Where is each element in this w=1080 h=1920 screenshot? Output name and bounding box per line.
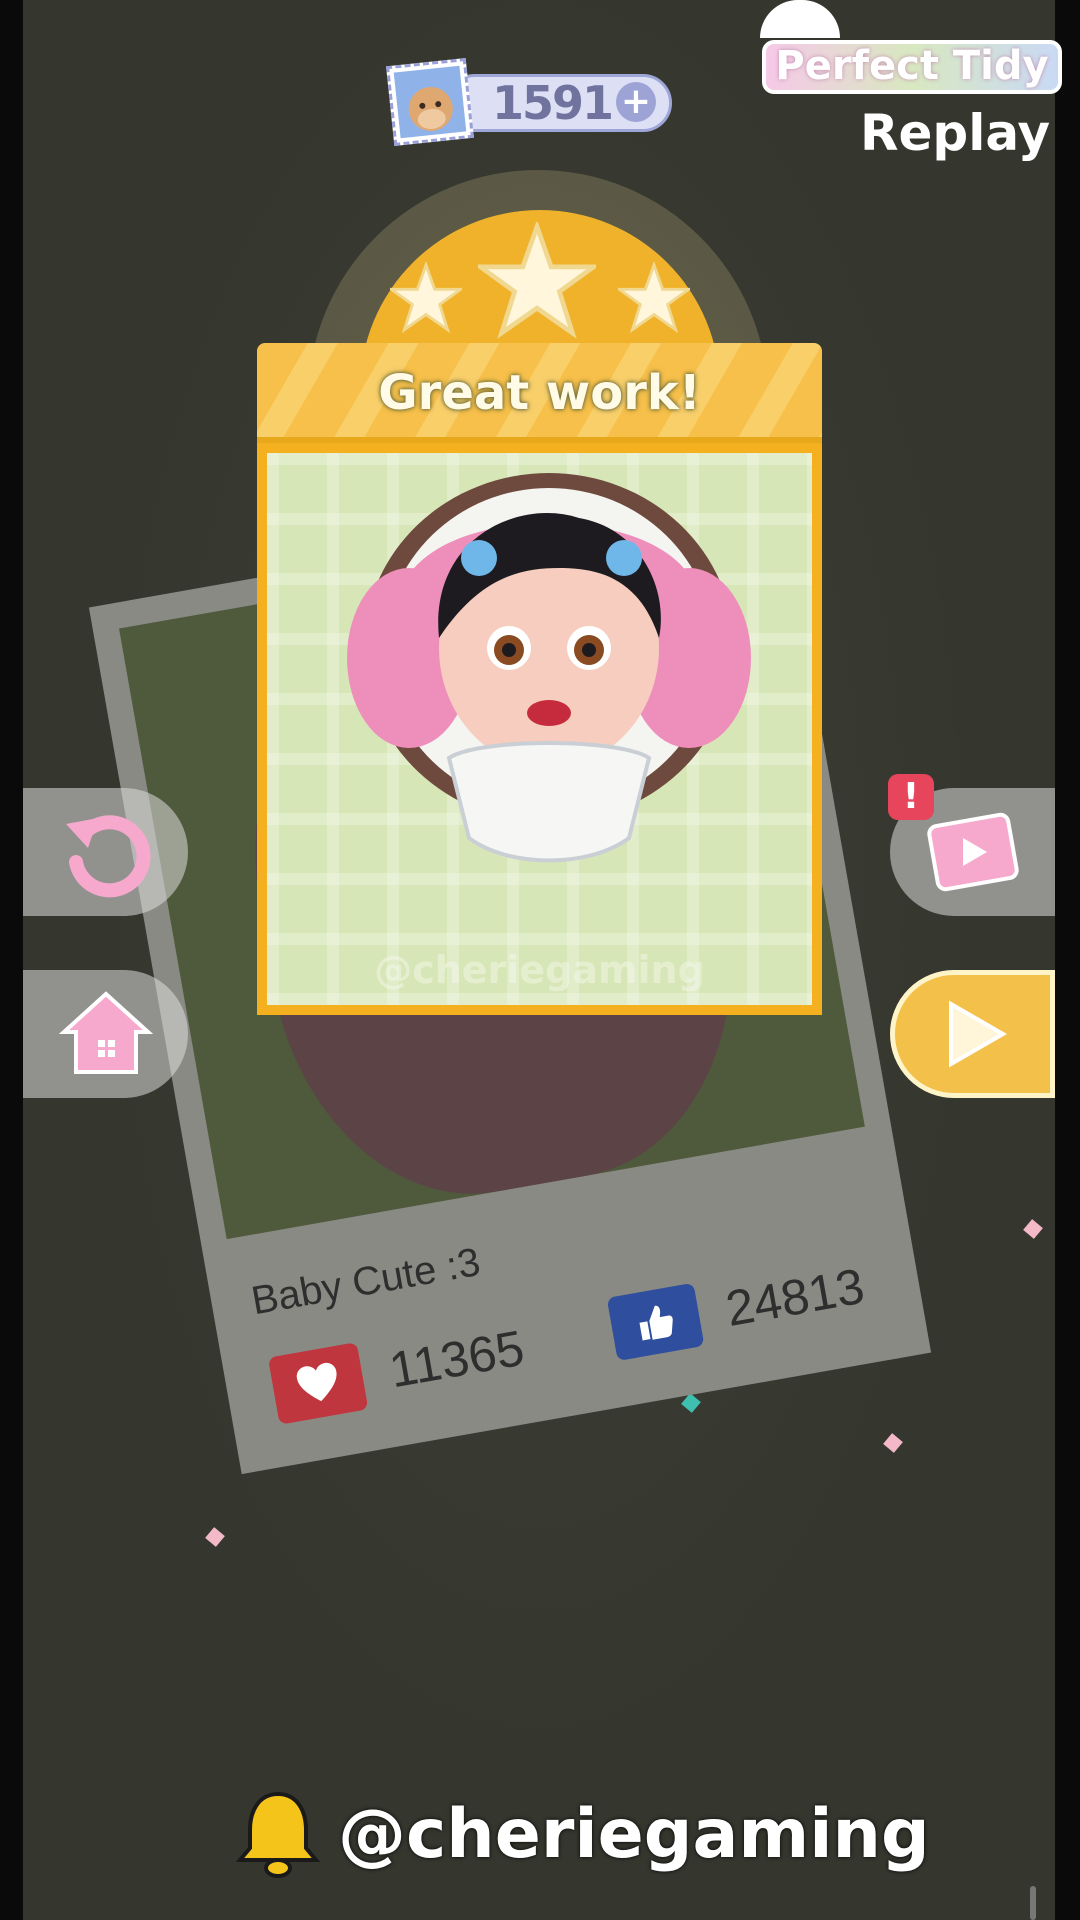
star-icon xyxy=(478,222,596,339)
video-icon xyxy=(926,812,1019,892)
next-level-button[interactable] xyxy=(890,970,1055,1098)
result-title: Great work! xyxy=(378,365,701,421)
hearts-stat: 11365 xyxy=(267,1314,529,1425)
character-avatar xyxy=(347,473,751,863)
add-currency-button[interactable]: + xyxy=(616,82,656,122)
result-image-frame: @cheriegaming xyxy=(257,443,822,1015)
watermark: @cheriegaming xyxy=(374,948,705,992)
restart-icon xyxy=(65,815,151,898)
capybara-stamp-icon xyxy=(386,58,474,146)
background-card-title: Baby Cute :3 xyxy=(248,1239,484,1324)
result-banner: Great work! xyxy=(257,343,822,443)
home-icon xyxy=(58,991,153,1074)
star-icon xyxy=(618,262,690,334)
home-button[interactable] xyxy=(23,970,188,1098)
restart-button[interactable] xyxy=(23,788,188,916)
likes-stat: 24813 xyxy=(606,1254,869,1362)
heart-icon xyxy=(267,1342,369,1425)
thumbs-up-icon xyxy=(606,1282,705,1362)
currency-counter: 1591 + xyxy=(386,58,672,146)
scroll-hint xyxy=(1030,1886,1036,1920)
bell-icon xyxy=(236,1791,320,1878)
channel-handle: @cheriegaming xyxy=(338,1794,930,1874)
star-icon xyxy=(390,262,462,334)
replay-label: Replay xyxy=(860,104,1051,162)
footer: @cheriegaming xyxy=(236,1786,930,1882)
likes-count: 24813 xyxy=(721,1257,869,1337)
currency-value: 1591 xyxy=(492,76,614,130)
result-card: Great work! @cheriegaming xyxy=(257,343,822,1015)
hearts-count: 11365 xyxy=(385,1319,529,1399)
play-icon xyxy=(948,1000,1007,1068)
alert-badge: ! xyxy=(888,774,934,820)
game-logo: Perfect Tidy xyxy=(762,40,1062,94)
